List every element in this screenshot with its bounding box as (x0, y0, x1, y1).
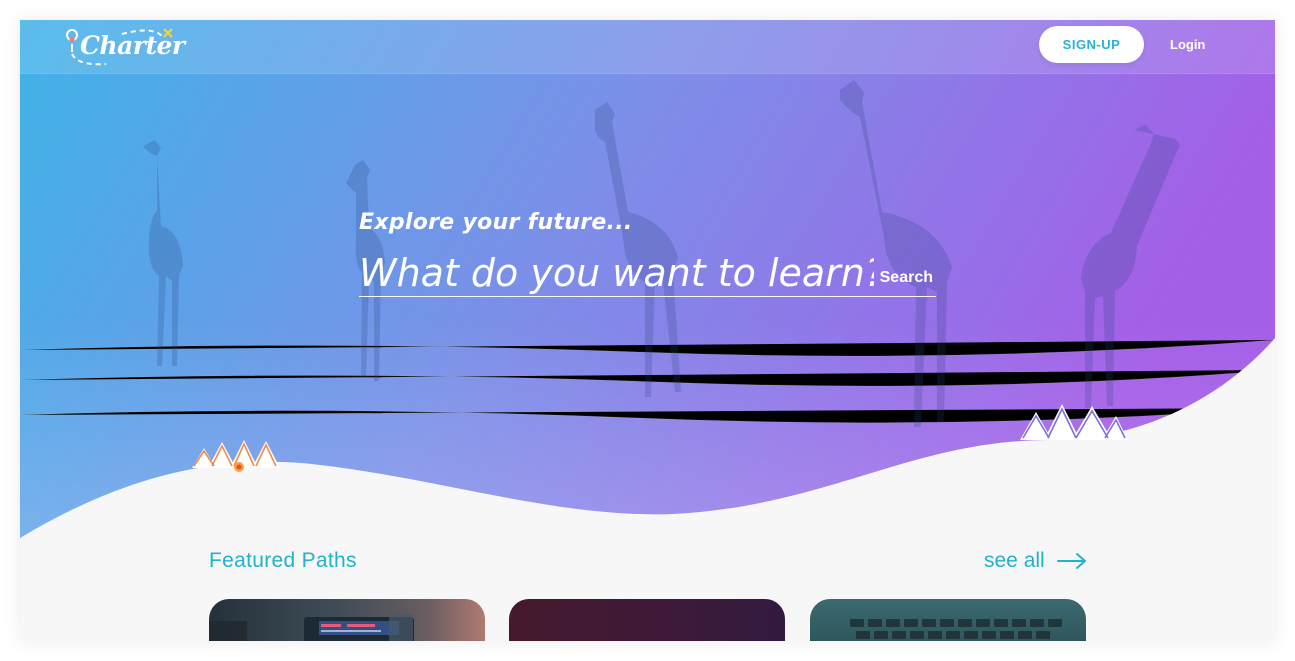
signup-button[interactable]: SIGN-UP (1039, 26, 1144, 63)
login-link[interactable]: Login (1170, 37, 1205, 52)
search-input[interactable] (359, 252, 874, 294)
arrow-right-icon (1056, 553, 1086, 569)
see-all-link[interactable]: see all (984, 549, 1087, 573)
path-card[interactable] (209, 599, 485, 641)
image-thumbnail-abstract (509, 599, 785, 641)
see-all-label: see all (984, 549, 1045, 572)
top-navigation-bar: Charter SIGN-UP Login (20, 20, 1275, 74)
featured-paths-heading: Featured Paths (209, 549, 357, 572)
image-thumbnail-devices (209, 613, 414, 641)
hero-search-bar: Search (359, 252, 936, 297)
brand-name: Charter (80, 31, 185, 60)
path-card[interactable] (509, 599, 785, 641)
hero-section: Charter SIGN-UP Login Explore your futur… (20, 20, 1275, 540)
image-thumbnail-keyboard (850, 619, 1062, 639)
brand-logo[interactable]: Charter (66, 26, 185, 68)
path-card[interactable] (810, 599, 1086, 641)
hero-tagline: Explore your future... (359, 210, 633, 235)
page-frame: Charter SIGN-UP Login Explore your futur… (20, 20, 1275, 641)
search-button[interactable]: Search (880, 269, 933, 287)
